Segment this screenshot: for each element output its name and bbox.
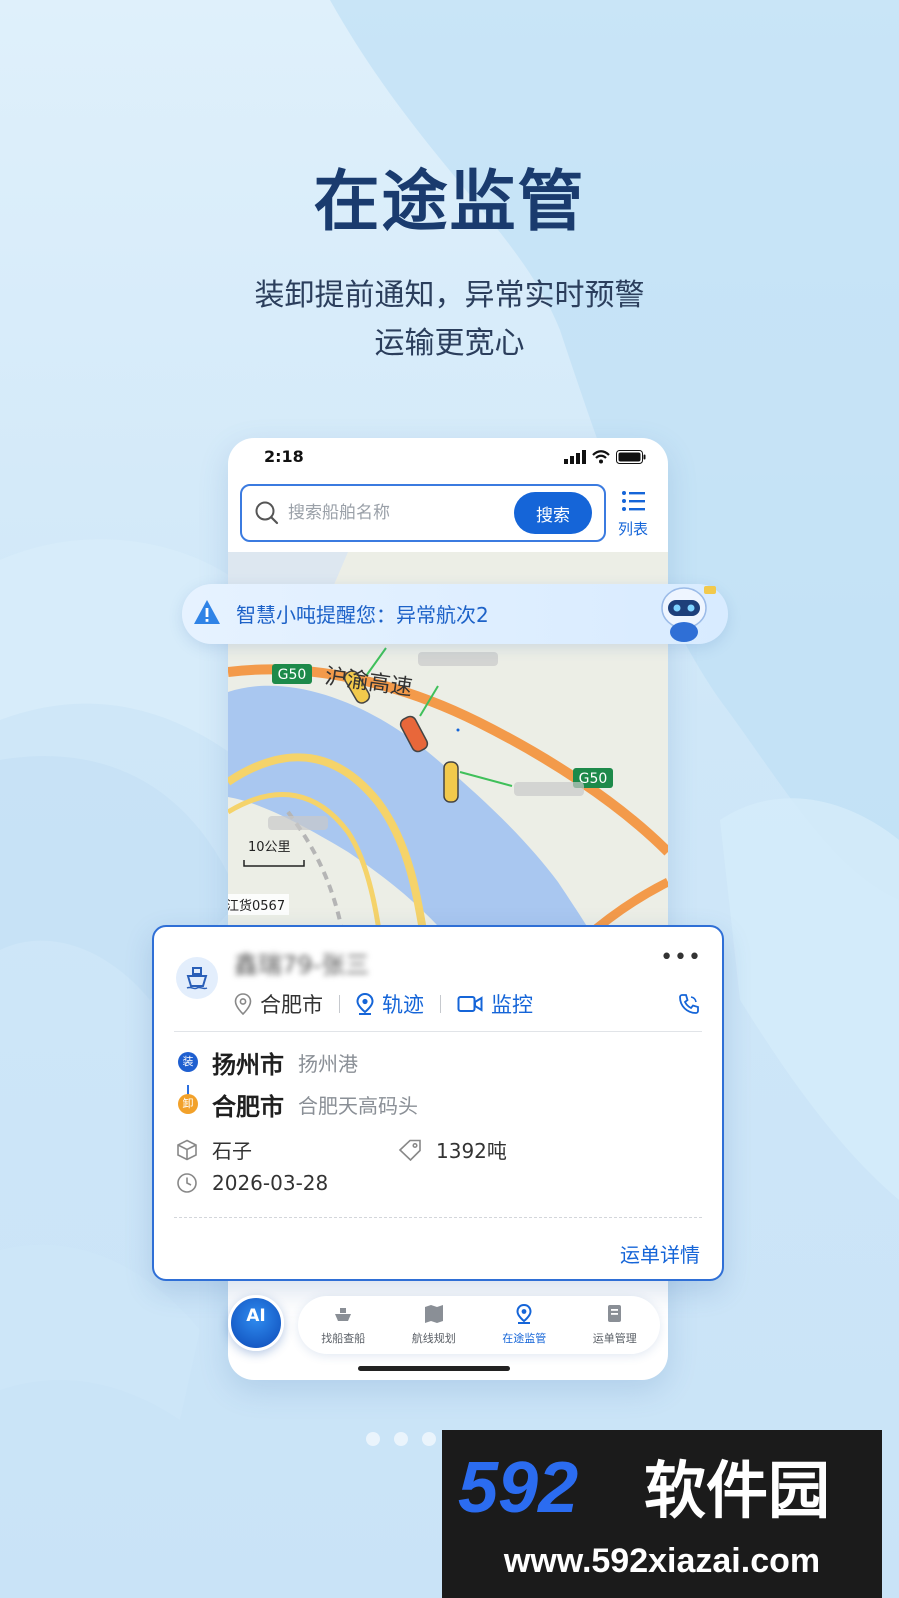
svg-text:软件园: 软件园 — [644, 1454, 830, 1526]
load-city: 扬州市 — [212, 1050, 284, 1079]
package-icon — [177, 1139, 197, 1160]
location-pin-outline-icon — [234, 993, 252, 1015]
page-subtitle-line-2: 运输更宽心 — [374, 326, 525, 361]
ship-map-tag[interactable]: 江货0567 — [228, 894, 290, 915]
carousel-dot[interactable] — [422, 1432, 436, 1446]
carousel-dot[interactable] — [366, 1432, 380, 1446]
nav-tab-find-ship[interactable]: 找船查船 — [303, 1304, 383, 1346]
more-options-button[interactable]: ••• — [660, 945, 702, 970]
phone-call-icon[interactable] — [678, 993, 700, 1015]
status-bar: 2:18 — [228, 438, 668, 482]
track-pin-icon — [356, 993, 374, 1015]
robot-mascot-icon — [661, 586, 716, 642]
track-label: 轨迹 — [382, 993, 424, 1017]
nav-tab-label: 在途监管 — [502, 1332, 547, 1345]
monitor-label: 监控 — [491, 993, 533, 1017]
nav-tab-bar: 找船查船 航线规划 在途监管 运单管理 — [298, 1296, 660, 1354]
wifi-icon — [592, 450, 610, 464]
nav-tab-waybill[interactable]: 运单管理 — [575, 1304, 655, 1346]
cargo-weight: 1392吨 — [436, 1139, 507, 1163]
ship-actions-row: 合肥市 轨迹 监控 — [234, 989, 533, 1019]
nav-tab-label: 找船查船 — [321, 1332, 366, 1345]
watermark-logo: 592 软件园 — [458, 1448, 830, 1526]
abnormal-voyage-alert[interactable]: 智慧小吨提醒您：异常航次2 — [182, 584, 728, 644]
page-title: 在途监管 — [313, 163, 586, 240]
route-map-icon — [424, 1305, 443, 1323]
divider — [440, 995, 441, 1013]
search-button[interactable]: 搜索 — [514, 492, 592, 534]
svg-text:592: 592 — [458, 1448, 578, 1526]
ship-location: 合肥市 — [234, 989, 323, 1019]
status-icons — [564, 450, 646, 464]
list-view-label: 列表 — [617, 520, 648, 538]
video-camera-icon — [457, 996, 483, 1012]
cargo-row: 石子 — [176, 1135, 252, 1164]
ship-name: 鑫瑞79-张三 — [234, 951, 370, 979]
ai-assistant-button[interactable]: AI — [228, 1295, 284, 1351]
ship-info-card[interactable]: 鑫瑞79-张三 ••• 合肥市 轨迹 监控 装 扬州市 扬州港 卸 合肥市 合肥… — [152, 925, 724, 1281]
waybill-detail-link[interactable]: 运单详情 — [620, 1239, 700, 1268]
unload-badge: 卸 — [178, 1094, 198, 1114]
tag-icon — [398, 1139, 421, 1161]
warning-icon — [194, 600, 220, 624]
ship-icon — [186, 967, 208, 990]
list-view-button[interactable]: 列表 — [608, 490, 658, 546]
monitor-button[interactable]: 监控 — [457, 989, 533, 1019]
divider — [339, 995, 340, 1013]
ship-search-icon — [335, 1308, 352, 1321]
carousel-dot[interactable] — [394, 1432, 408, 1446]
load-port: 扬州港 — [298, 1051, 358, 1076]
carousel-dots — [366, 1432, 436, 1446]
weight-row: 1392吨 — [398, 1135, 507, 1164]
nav-tab-label: 运单管理 — [592, 1332, 637, 1345]
clock-icon — [177, 1173, 197, 1193]
signal-icon — [564, 450, 586, 464]
nav-tab-in-transit[interactable]: 在途监管 — [484, 1303, 564, 1346]
search-input[interactable] — [288, 500, 508, 526]
road-sign-g50: G50 — [278, 667, 307, 683]
card-dashed-divider — [174, 1217, 702, 1218]
list-icon — [622, 491, 645, 511]
unload-city: 合肥市 — [212, 1092, 284, 1121]
home-indicator — [358, 1366, 510, 1371]
search-box[interactable]: 搜索 — [240, 484, 606, 542]
bottom-navigation: AI 找船查船 航线规划 在途监管 运单管理 — [228, 1292, 660, 1356]
battery-icon — [616, 450, 646, 464]
status-time: 2:18 — [264, 447, 304, 466]
unload-port-row: 卸 合肥市 合肥天高码头 — [178, 1089, 418, 1121]
search-icon — [255, 501, 279, 525]
load-port-row: 装 扬州市 扬州港 — [178, 1047, 358, 1079]
ship-location-text: 合肥市 — [260, 993, 323, 1017]
card-divider — [174, 1031, 702, 1032]
shipment-date: 2026-03-28 — [212, 1171, 329, 1195]
watermark-banner: 592 软件园 www.592xiazai.com — [442, 1430, 882, 1598]
alert-text: 智慧小吨提醒您：异常航次2 — [236, 603, 489, 627]
cargo-type: 石子 — [212, 1139, 252, 1163]
nav-tab-label: 航线规划 — [411, 1332, 456, 1345]
page-subtitle-line-1: 装卸提前通知，异常实时预警 — [254, 278, 645, 313]
watermark-url: www.592xiazai.com — [503, 1542, 821, 1580]
ship-avatar — [176, 957, 218, 999]
track-button[interactable]: 轨迹 — [356, 989, 424, 1019]
load-badge: 装 — [178, 1052, 198, 1072]
map-scale-label: 10公里 — [248, 840, 291, 855]
waybill-icon — [607, 1305, 621, 1322]
nav-tab-route-plan[interactable]: 航线规划 — [394, 1304, 474, 1346]
location-pin-icon — [516, 1303, 532, 1324]
ai-label: AI — [246, 1306, 266, 1326]
unload-port: 合肥天高码头 — [298, 1093, 418, 1118]
date-row: 2026-03-28 — [176, 1171, 328, 1195]
